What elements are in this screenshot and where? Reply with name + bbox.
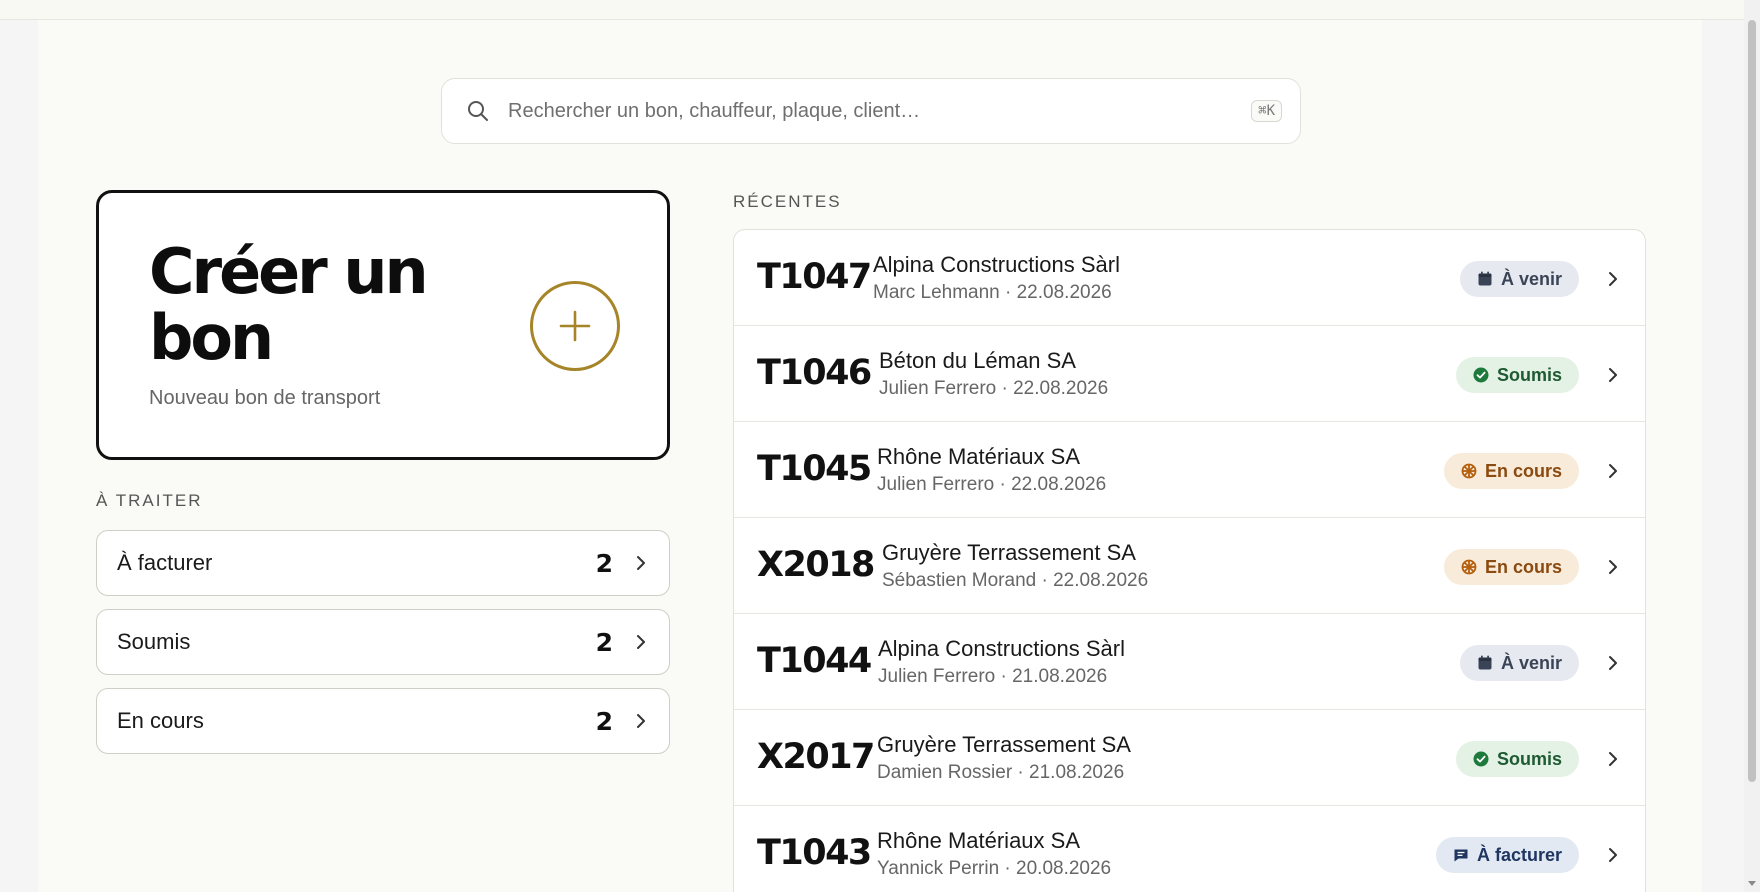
todo-item-count: 2 <box>595 627 613 657</box>
chevron-right-icon <box>1609 464 1617 478</box>
todo-item-count: 2 <box>595 548 613 578</box>
invoice-icon <box>1454 849 1468 862</box>
status-badge: Soumis <box>1455 741 1579 777</box>
status-badge: À facturer <box>1435 837 1579 873</box>
todo-item-soumis[interactable]: Soumis 2 <box>96 609 670 675</box>
chevron-right-icon <box>1609 656 1617 670</box>
scrollbar-thumb[interactable] <box>1748 20 1756 782</box>
todo-item-en-cours[interactable]: En cours 2 <box>96 688 670 754</box>
voucher-code: T1043 <box>757 833 872 873</box>
check-circle-icon <box>1473 751 1489 767</box>
status-label: À facturer <box>1476 844 1562 865</box>
scroll-down-arrow[interactable] <box>1748 881 1756 886</box>
driver-date: Marc Lehmann · 22.08.2026 <box>873 282 1112 303</box>
status-badge: Soumis <box>1455 357 1579 393</box>
progress-wheel-icon <box>1461 559 1477 575</box>
chevron-right-icon <box>1609 848 1617 862</box>
recent-row[interactable]: X2017 Gruyère Terrassement SA Damien Ros… <box>734 710 1645 806</box>
search-input[interactable] <box>508 99 1252 123</box>
shortcut-hint: ⌘K <box>1251 100 1282 122</box>
voucher-code: X2017 <box>757 737 875 777</box>
chevron-right-icon <box>637 556 645 570</box>
chevron-right-icon <box>1609 752 1617 766</box>
driver-date: Damien Rossier · 21.08.2026 <box>877 762 1125 783</box>
chevron-right-icon <box>1609 368 1617 382</box>
recent-row[interactable]: T1047 Alpina Constructions Sàrl Marc Leh… <box>734 230 1645 326</box>
voucher-code: T1045 <box>757 449 872 489</box>
chevron-right-icon <box>1609 272 1617 286</box>
client-name: Gruyère Terrassement SA <box>877 732 1131 757</box>
todo-item-a-facturer[interactable]: À facturer 2 <box>96 530 670 596</box>
progress-wheel-icon <box>1461 463 1477 479</box>
driver-date: Julien Ferrero · 22.08.2026 <box>879 378 1109 399</box>
recent-list: T1047 Alpina Constructions Sàrl Marc Leh… <box>733 229 1646 892</box>
calendar-icon <box>1478 271 1492 286</box>
recent-row[interactable]: T1046 Béton du Léman SA Julien Ferrero ·… <box>734 326 1645 422</box>
create-voucher-card[interactable]: Créer un bon Nouveau bon de transport <box>96 190 670 460</box>
recent-row[interactable]: X2018 Gruyère Terrassement SA Sébastien … <box>734 518 1645 614</box>
calendar-icon <box>1478 655 1492 670</box>
driver-date: Yannick Perrin · 20.08.2026 <box>877 858 1112 879</box>
driver-date: Julien Ferrero · 21.08.2026 <box>878 666 1108 687</box>
voucher-code: T1047 <box>757 257 872 297</box>
status-label: Soumis <box>1496 748 1562 769</box>
recent-row[interactable]: T1043 Rhône Matériaux SA Yannick Perrin … <box>734 806 1645 892</box>
client-name: Alpina Constructions Sàrl <box>878 636 1126 661</box>
voucher-code: T1044 <box>757 641 872 681</box>
client-name: Rhône Matériaux SA <box>877 444 1080 469</box>
chevron-right-icon <box>637 714 645 728</box>
search-bar[interactable]: ⌘K <box>441 78 1301 144</box>
todo-item-label: Soumis <box>117 629 191 654</box>
voucher-code: T1046 <box>757 353 872 393</box>
status-badge: En cours <box>1443 453 1579 489</box>
recent-row[interactable]: T1044 Alpina Constructions Sàrl Julien F… <box>734 614 1645 710</box>
scrollbar[interactable] <box>1744 0 1760 892</box>
driver-date: Julien Ferrero · 22.08.2026 <box>877 474 1107 495</box>
status-label: En cours <box>1484 460 1562 481</box>
todo-item-label: En cours <box>117 708 204 733</box>
status-badge: À venir <box>1459 261 1579 297</box>
status-label: À venir <box>1500 652 1562 673</box>
status-label: À venir <box>1500 268 1562 289</box>
status-badge: À venir <box>1459 645 1579 681</box>
voucher-code: X2018 <box>757 545 875 585</box>
plus-icon <box>559 310 591 342</box>
client-name: Béton du Léman SA <box>879 348 1076 373</box>
chevron-right-icon <box>637 635 645 649</box>
client-name: Rhône Matériaux SA <box>877 828 1080 853</box>
status-label: Soumis <box>1496 364 1562 385</box>
client-name: Gruyère Terrassement SA <box>882 540 1136 565</box>
todo-item-count: 2 <box>595 706 613 736</box>
status-badge: En cours <box>1443 549 1579 585</box>
add-voucher-button[interactable] <box>530 281 620 371</box>
create-card-title: Créer un bon <box>149 235 429 374</box>
recent-section-label: RÉCENTES <box>733 192 842 211</box>
client-name: Alpina Constructions Sàrl <box>873 252 1121 277</box>
todo-item-label: À facturer <box>117 550 213 575</box>
status-label: En cours <box>1484 556 1562 577</box>
create-card-subtitle: Nouveau bon de transport <box>149 387 381 409</box>
todo-section-label: À TRAITER <box>96 491 203 510</box>
search-icon <box>468 101 488 121</box>
driver-date: Sébastien Morand · 22.08.2026 <box>882 570 1149 591</box>
recent-row[interactable]: T1045 Rhône Matériaux SA Julien Ferrero … <box>734 422 1645 518</box>
check-circle-icon <box>1473 367 1489 383</box>
top-bar <box>0 0 1744 20</box>
chevron-right-icon <box>1609 560 1617 574</box>
